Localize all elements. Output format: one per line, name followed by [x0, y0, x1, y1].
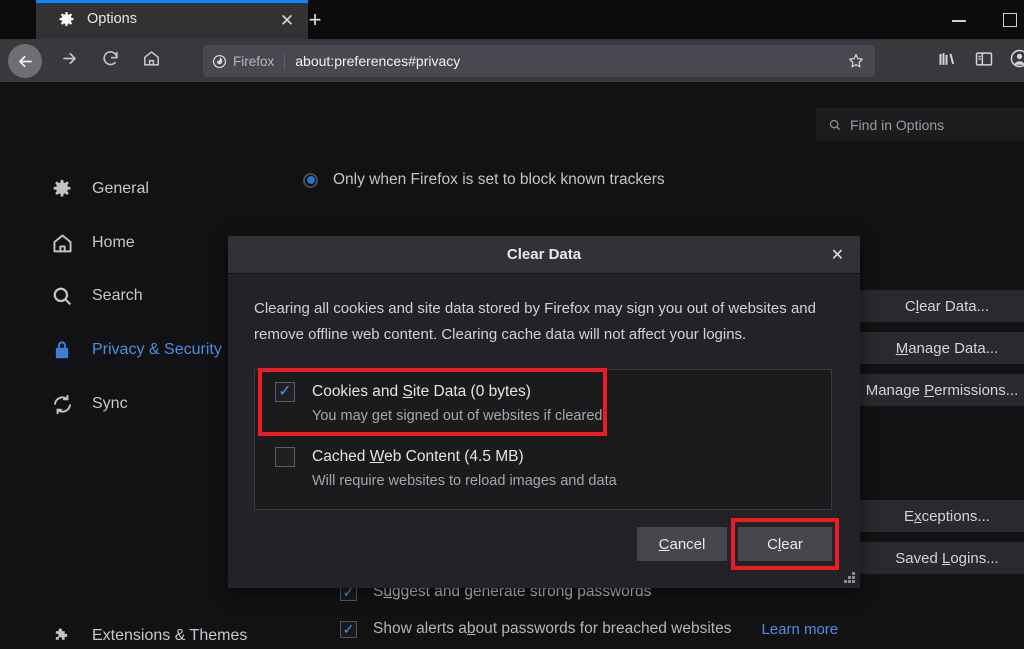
manage-permissions-button[interactable]: Manage Permissions... — [850, 374, 1024, 406]
sync-icon — [50, 392, 74, 416]
search-icon — [828, 118, 842, 132]
cancel-button[interactable]: Cancel — [637, 527, 727, 561]
sidebar-item-privacy-security[interactable]: Privacy & Security — [50, 335, 222, 365]
sidebar-item-general[interactable]: General — [50, 174, 149, 204]
saved-logins-button-label: Saved Logins... — [895, 550, 998, 567]
title-bar: Options ✕ + — [0, 0, 1024, 39]
checkbox-checked-icon[interactable]: ✓ — [275, 382, 295, 402]
sidebar-icon — [974, 49, 994, 74]
tracking-radio-label: Only when Firefox is set to block known … — [333, 171, 665, 189]
manage-data-button-label: Manage Data... — [896, 340, 999, 357]
account-icon — [1009, 48, 1024, 74]
dialog-title-bar: Clear Data ✕ — [228, 236, 860, 274]
maximize-icon — [1003, 13, 1017, 27]
dialog-title: Clear Data — [507, 246, 581, 263]
tab-close-icon[interactable]: ✕ — [276, 9, 298, 31]
exceptions-button[interactable]: Exceptions... — [860, 500, 1024, 532]
library-button[interactable] — [934, 48, 960, 74]
forward-arrow-icon — [60, 49, 79, 73]
cookies-site-data-sublabel: You may get signed out of websites if cl… — [312, 408, 602, 424]
tab-title: Options — [87, 11, 137, 27]
sidebar-item-sync[interactable]: Sync — [50, 389, 128, 419]
cached-web-content-option[interactable]: Cached Web Content (4.5 MB) Will require… — [275, 447, 617, 489]
sidebar-item-label: Sync — [92, 395, 128, 413]
clear-data-button[interactable]: Clear Data... — [860, 290, 1024, 322]
browser-tab-options[interactable]: Options ✕ — [36, 0, 308, 39]
sidebar-item-extensions-themes[interactable]: Extensions & Themes — [50, 621, 247, 649]
home-button[interactable] — [137, 47, 165, 75]
exceptions-button-label: Exceptions... — [904, 508, 990, 525]
tab-active-indicator — [36, 0, 308, 3]
minimize-icon — [952, 20, 966, 22]
gear-icon — [58, 11, 75, 28]
sidebar-item-search[interactable]: Search — [50, 281, 143, 311]
puzzle-icon — [50, 624, 74, 648]
magnifier-icon — [50, 284, 74, 308]
library-icon — [937, 49, 957, 74]
sidebar-item-label: Search — [92, 287, 143, 305]
home-icon — [142, 49, 161, 73]
checkbox-checked-icon[interactable]: ✓ — [340, 621, 357, 638]
search-input[interactable]: Find in Options — [816, 108, 1024, 141]
checkbox-unchecked-icon[interactable] — [275, 447, 295, 467]
clear-button[interactable]: Clear — [738, 527, 832, 561]
lock-icon — [50, 338, 74, 362]
breach-alerts-checkbox-row[interactable]: ✓ Show alerts about passwords for breach… — [340, 620, 838, 638]
cached-web-content-sublabel: Will require websites to reload images a… — [312, 473, 617, 489]
sidebar-item-label: Extensions & Themes — [92, 627, 247, 645]
resize-grip-icon[interactable] — [844, 572, 855, 583]
identity-separator — [284, 52, 285, 70]
account-button[interactable] — [1006, 48, 1024, 74]
firefox-logo-icon — [212, 54, 227, 69]
new-tab-button[interactable]: + — [302, 7, 328, 33]
cancel-button-label: Cancel — [659, 536, 706, 553]
sidebar-item-label: General — [92, 180, 149, 198]
manage-data-button[interactable]: Manage Data... — [860, 332, 1024, 364]
breach-alerts-label: Show alerts about passwords for breached… — [373, 620, 731, 638]
cookies-site-data-label: Cookies and Site Data (0 bytes) — [312, 383, 531, 401]
sidebar-item-label: Home — [92, 234, 135, 252]
reload-button[interactable] — [96, 47, 124, 75]
star-icon[interactable] — [847, 52, 865, 70]
gear-icon — [50, 177, 74, 201]
cached-web-content-label: Cached Web Content (4.5 MB) — [312, 448, 524, 466]
cookies-site-data-option[interactable]: ✓ Cookies and Site Data (0 bytes) You ma… — [275, 382, 602, 424]
dialog-description: Clearing all cookies and site data store… — [254, 296, 834, 348]
sidebar-item-label: Privacy & Security — [92, 341, 222, 359]
dialog-body: Clearing all cookies and site data store… — [228, 274, 860, 348]
identity-box[interactable]: Firefox — [203, 54, 274, 69]
back-arrow-icon — [8, 44, 42, 78]
data-options-group: ✓ Cookies and Site Data (0 bytes) You ma… — [254, 369, 832, 510]
sidebar-toggle-button[interactable] — [971, 48, 997, 74]
forward-button[interactable] — [55, 47, 83, 75]
home-icon — [50, 231, 74, 255]
search-placeholder: Find in Options — [850, 117, 944, 133]
tracking-radio-option[interactable]: Only when Firefox is set to block known … — [303, 171, 665, 189]
window-minimize-button[interactable] — [944, 8, 974, 32]
firefox-window: Options ✕ + — [0, 0, 1024, 649]
radio-selected-icon — [303, 173, 318, 188]
clear-data-button-label: Clear Data... — [905, 298, 989, 315]
learn-more-link[interactable]: Learn more — [761, 621, 838, 638]
sidebar-item-home[interactable]: Home — [50, 228, 135, 258]
saved-logins-button[interactable]: Saved Logins... — [860, 542, 1024, 574]
url-input[interactable]: about:preferences#privacy — [295, 53, 460, 69]
window-maximize-button[interactable] — [996, 8, 1024, 32]
clear-button-label: Clear — [767, 536, 803, 553]
identity-label: Firefox — [233, 54, 274, 69]
close-icon[interactable]: ✕ — [828, 246, 847, 265]
manage-permissions-button-label: Manage Permissions... — [866, 382, 1019, 399]
address-bar[interactable]: Firefox about:preferences#privacy — [203, 45, 875, 77]
reload-icon — [101, 49, 120, 73]
